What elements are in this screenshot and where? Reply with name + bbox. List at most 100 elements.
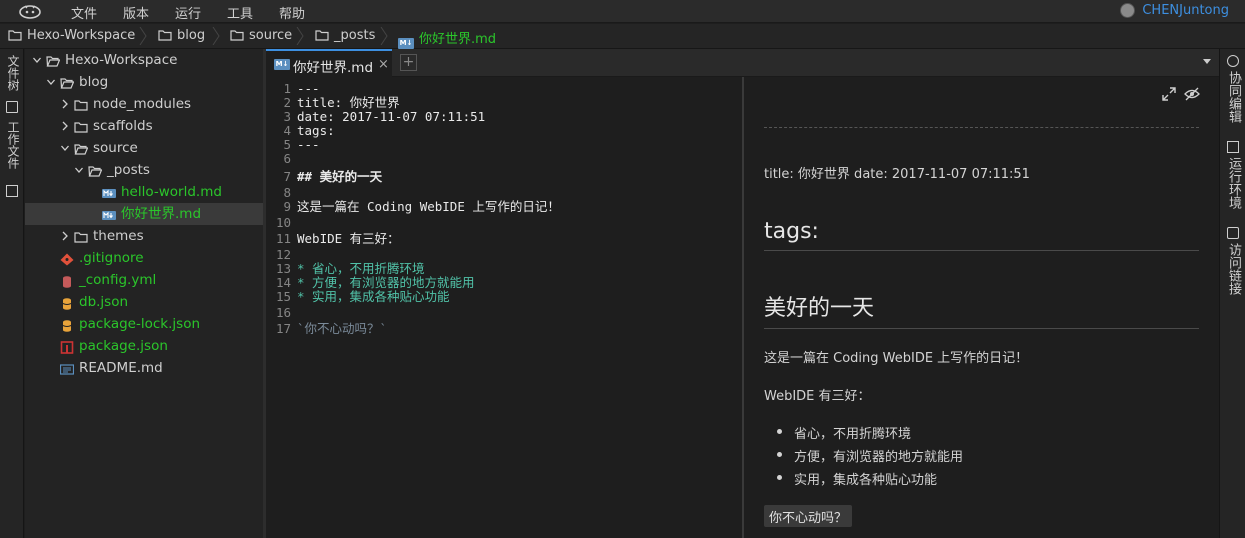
right-activity-bar: 协同编辑 运行环境 访问链接 <box>1219 49 1245 538</box>
line-number: 8 <box>283 185 291 200</box>
list-item: 省心，不用折腾环境 <box>777 423 911 442</box>
chevron-down-icon[interactable] <box>47 77 55 87</box>
menu-tools[interactable]: 工具 <box>227 3 253 22</box>
line-number: 10 <box>275 215 291 230</box>
eye-off-icon[interactable] <box>1184 87 1200 101</box>
line-number: 17 <box>275 321 291 336</box>
tree-row-label: _posts <box>107 162 150 178</box>
paragraph-diary: 这是一篇在 Coding WebIDE 上写作的日记！ <box>764 351 1029 366</box>
tree-row[interactable]: .gitignore <box>25 247 263 269</box>
line-number: 11 <box>275 231 291 246</box>
chevron-right-icon[interactable] <box>61 231 69 241</box>
tab-active-file[interactable]: M↓ 你好世界.md × <box>266 49 392 77</box>
tree-row-label: _config.yml <box>79 272 157 288</box>
line-number: 1 <box>283 81 291 96</box>
tree-row[interactable]: db.json <box>25 291 263 313</box>
tree-row[interactable]: package.json <box>25 335 263 357</box>
environment-icon <box>1227 141 1239 153</box>
tree-row-label: 你好世界.md <box>121 206 202 222</box>
list-item: 实用，集成各种贴心功能 <box>777 469 937 488</box>
npm-icon <box>60 339 74 354</box>
working-files-icon <box>6 185 18 197</box>
tab-working-files[interactable]: 工作文件 <box>5 121 20 169</box>
chevron-down-icon[interactable] <box>75 165 83 175</box>
tree-row[interactable]: _posts <box>25 159 263 181</box>
breadcrumb-separator-icon <box>296 27 304 45</box>
add-tab-button[interactable]: + <box>400 54 417 71</box>
breadcrumb-item[interactable]: _posts <box>315 28 375 43</box>
menu-run[interactable]: 运行 <box>175 3 201 22</box>
tree-row[interactable]: Hexo-Workspace <box>25 49 263 71</box>
tab-run-env[interactable]: 运行环境 <box>1225 141 1241 209</box>
breadcrumb-item[interactable]: Hexo-Workspace <box>8 28 135 43</box>
user-name: CHENJuntong <box>1142 3 1229 18</box>
inline-code: 你不心动吗？ <box>764 505 853 527</box>
line-number: 14 <box>275 275 291 290</box>
tree-row-label: package-lock.json <box>79 316 201 332</box>
link-icon <box>1227 227 1239 239</box>
markdown-icon: M↓ <box>398 38 414 49</box>
folder-icon <box>8 30 22 41</box>
tree-row[interactable]: 你好世界.md <box>25 203 263 225</box>
user-menu[interactable]: CHENJuntong <box>1120 3 1229 18</box>
heading-day: 美好的一天 <box>764 290 1199 329</box>
line-text: * 实用，集成各种贴心功能 <box>297 289 450 304</box>
breadcrumb-item[interactable]: blog <box>158 28 205 43</box>
line-text: --- <box>297 137 320 152</box>
tree-row[interactable]: themes <box>25 225 263 247</box>
avatar <box>1120 3 1136 18</box>
tree-row-label: .gitignore <box>79 250 144 266</box>
tree-row[interactable]: _config.yml <box>25 269 263 291</box>
line-text: 这是一篇在 Coding WebIDE 上写作的日记！ <box>297 199 560 214</box>
tab-collab-edit[interactable]: 协同编辑 <box>1225 55 1241 123</box>
expand-icon[interactable] <box>1162 87 1176 101</box>
line-text: * 方便，有浏览器的地方就能用 <box>297 275 475 290</box>
line-number: 3 <box>283 109 291 124</box>
front-matter-rule <box>764 127 1199 128</box>
tree-row-label: db.json <box>79 294 129 310</box>
tree-row[interactable]: hello-world.md <box>25 181 263 203</box>
tree-row[interactable]: README.md <box>25 357 263 379</box>
line-text: tags: <box>297 123 335 138</box>
line-number: 9 <box>283 199 291 214</box>
line-text: title: 你好世界 <box>297 95 400 110</box>
app-logo-icon[interactable] <box>18 3 42 19</box>
breadcrumb-item[interactable]: source <box>230 28 292 43</box>
tree-row[interactable]: blog <box>25 71 263 93</box>
file-tree: Hexo-Workspace blog node_modules scaffolds s… <box>25 49 263 538</box>
menu-help[interactable]: 帮助 <box>279 3 305 22</box>
list-item: 方便，有浏览器的地方就能用 <box>777 446 963 465</box>
chevron-down-icon[interactable] <box>33 55 41 65</box>
chevron-down-icon[interactable] <box>1203 59 1211 64</box>
close-icon[interactable]: × <box>378 57 389 72</box>
tree-row[interactable]: node_modules <box>25 93 263 115</box>
tree-row[interactable]: package-lock.json <box>25 313 263 335</box>
paragraph-three: WebIDE 有三好： <box>764 389 871 404</box>
chevron-right-icon[interactable] <box>61 121 69 131</box>
tree-row-label: blog <box>79 74 109 90</box>
tree-row[interactable]: source <box>25 137 263 159</box>
tree-row-label: source <box>93 140 138 156</box>
chevron-right-icon[interactable] <box>61 99 69 109</box>
line-number: 15 <box>275 289 291 304</box>
line-text: --- <box>297 81 320 96</box>
tree-row-label: package.json <box>79 338 168 354</box>
menu-version[interactable]: 版本 <box>123 3 149 22</box>
json-icon <box>60 295 74 310</box>
tab-access-link[interactable]: 访问链接 <box>1225 227 1241 295</box>
tree-row-label: Hexo-Workspace <box>65 52 178 68</box>
breadcrumb-item-current[interactable]: M↓ 你好世界.md <box>398 28 496 49</box>
tree-row[interactable]: scaffolds <box>25 115 263 137</box>
tab-file-tree[interactable]: 文件树 <box>5 55 20 91</box>
code-editor[interactable]: 1 --- 2 title: 你好世界 3 date: 2017-11-07 07:11:… <box>266 77 742 538</box>
line-text: ## 美好的一天 <box>297 169 383 184</box>
breadcrumb: Hexo-Workspace blog source _posts M↓ 你好世界… <box>0 24 1245 49</box>
folder-icon <box>158 30 172 41</box>
tree-row-label: themes <box>93 228 144 244</box>
folder-icon <box>74 119 88 133</box>
menu-file[interactable]: 文件 <box>71 3 97 22</box>
tab-title: 你好世界.md <box>293 60 374 76</box>
folder-open-icon <box>60 75 75 89</box>
chevron-down-icon[interactable] <box>61 143 69 153</box>
line-number: 5 <box>283 137 291 152</box>
